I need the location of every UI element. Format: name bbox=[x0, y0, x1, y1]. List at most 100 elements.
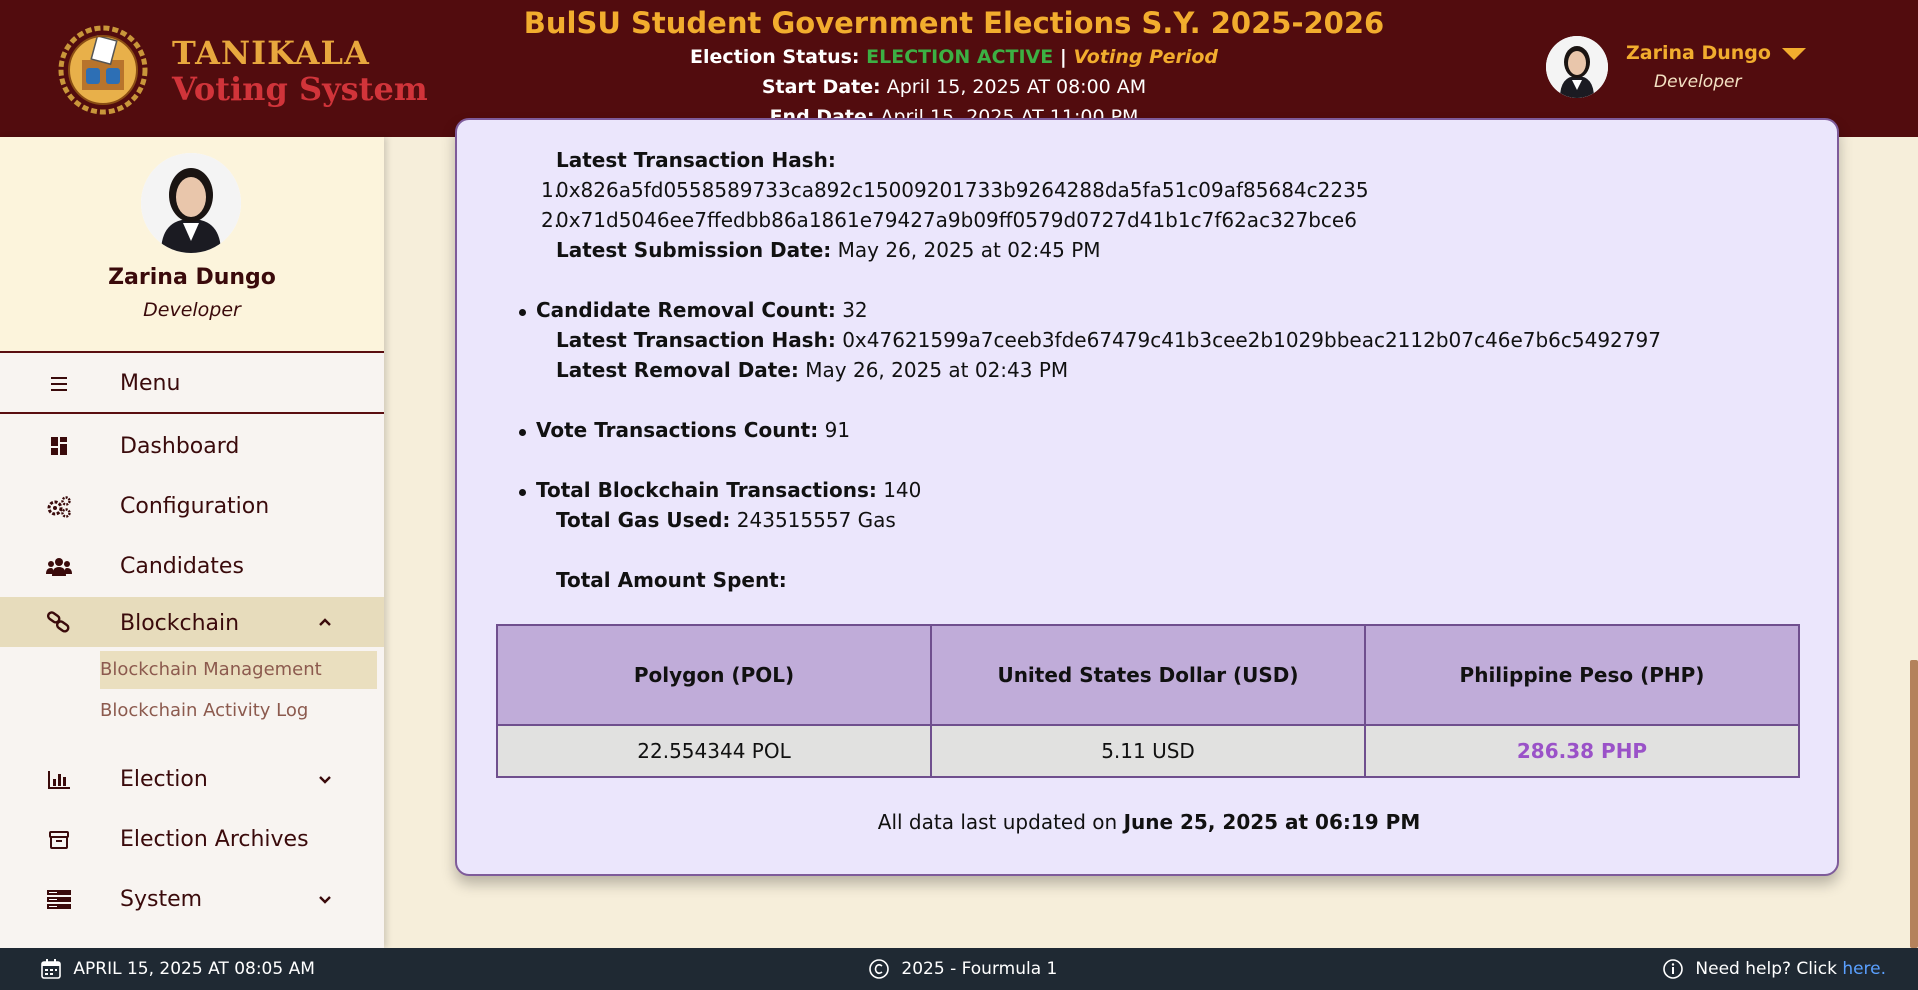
amount-spent-table: Polygon (POL) United States Dollar (USD)… bbox=[496, 624, 1800, 778]
election-info: BulSU Student Government Elections S.Y. … bbox=[520, 4, 1388, 132]
gas-label: Total Gas Used: bbox=[556, 508, 731, 532]
column-header-usd: United States Dollar (USD) bbox=[930, 624, 1366, 726]
sidebar-item-label: System bbox=[120, 887, 203, 912]
user-menu[interactable]: Zarina Dungo Developer bbox=[1546, 36, 1876, 100]
vote-transactions-count: Vote Transactions Count: 91 bbox=[518, 418, 851, 442]
sidebar: Zarina Dungo Developer Menu Dashboard Co… bbox=[0, 137, 384, 948]
election-status: Election Status: ELECTION ACTIVE | Votin… bbox=[520, 42, 1388, 72]
start-date-label: Start Date: bbox=[761, 76, 881, 98]
table-header-row: Polygon (POL) United States Dollar (USD)… bbox=[496, 624, 1800, 726]
hamburger-icon bbox=[51, 377, 67, 391]
sidebar-profile: Zarina Dungo Developer bbox=[0, 137, 384, 353]
user-role: Developer bbox=[1654, 72, 1742, 92]
start-date-value: April 15, 2025 AT 08:00 AM bbox=[886, 76, 1147, 98]
logo-title: TANIKALA bbox=[172, 34, 370, 72]
sidebar-item-label: Blockchain bbox=[120, 611, 240, 636]
user-name: Zarina Dungo bbox=[1626, 42, 1771, 64]
election-title: BulSU Student Government Elections S.Y. … bbox=[523, 6, 1385, 40]
sidebar-subitem-label: Blockchain Activity Log bbox=[100, 700, 309, 721]
users-icon bbox=[46, 558, 72, 576]
latest-submission-date: Latest Submission Date: May 26, 2025 at … bbox=[556, 238, 1101, 262]
latest-hash-label: Latest Transaction Hash: bbox=[556, 148, 836, 172]
chevron-down-icon[interactable] bbox=[316, 891, 334, 909]
start-date: Start Date: April 15, 2025 AT 08:00 AM bbox=[520, 72, 1388, 102]
latest-removal-date: Latest Removal Date: May 26, 2025 at 02:… bbox=[556, 358, 1068, 382]
sidebar-item-system[interactable]: System bbox=[0, 877, 384, 923]
sidebar-item-election-archives[interactable]: Election Archives bbox=[0, 817, 384, 863]
page-scrollbar[interactable] bbox=[1910, 660, 1918, 948]
status-label: Election Status: bbox=[689, 46, 860, 68]
sidebar-item-label: Dashboard bbox=[120, 434, 240, 459]
cell-usd-amount: 5.11 USD bbox=[930, 724, 1366, 778]
chevron-down-icon[interactable] bbox=[316, 771, 334, 789]
dashboard-icon bbox=[51, 437, 67, 455]
sidebar-subitem-blockchain-management[interactable]: Blockchain Management bbox=[100, 651, 377, 689]
calendar-icon bbox=[41, 959, 61, 979]
sidebar-item-label: Configuration bbox=[120, 494, 270, 519]
sidebar-subitem-label: Blockchain Management bbox=[100, 659, 322, 680]
removal-count-value: 32 bbox=[842, 298, 868, 322]
latest-submission-label: Latest Submission Date: bbox=[556, 238, 832, 262]
blockchain-summary-card: Latest Transaction Hash: 1. 0x826a5fd055… bbox=[455, 118, 1839, 876]
sidebar-item-election[interactable]: Election bbox=[0, 757, 384, 803]
caret-down-icon[interactable] bbox=[1782, 48, 1806, 60]
total-blockchain-transactions: Total Blockchain Transactions: 140 bbox=[518, 478, 922, 502]
chevron-up-icon[interactable] bbox=[316, 613, 334, 631]
info-icon bbox=[1663, 959, 1683, 979]
link-icon bbox=[46, 611, 70, 633]
menu-label: Menu bbox=[120, 371, 181, 396]
column-header-php: Philippine Peso (PHP) bbox=[1364, 624, 1800, 726]
status-badge: ELECTION ACTIVE bbox=[866, 46, 1054, 68]
vote-count-value: 91 bbox=[824, 418, 851, 442]
vote-count-label: Vote Transactions Count: bbox=[536, 418, 819, 442]
menu-toggle[interactable]: Menu bbox=[0, 355, 384, 414]
column-header-pol: Polygon (POL) bbox=[496, 624, 932, 726]
sidebar-item-label: Candidates bbox=[120, 554, 244, 579]
hash-list-item: 0x71d5046ee7ffedbb86a1861e79427a9b09ff05… bbox=[556, 208, 1357, 232]
sidebar-item-candidates[interactable]: Candidates bbox=[0, 544, 384, 590]
removal-hash-label: Latest Transaction Hash: bbox=[556, 328, 836, 352]
amount-label: Total Amount Spent: bbox=[556, 568, 787, 592]
server-icon bbox=[47, 890, 71, 909]
menu-toggle-row[interactable]: Menu bbox=[0, 361, 384, 407]
footer-help: Need help? Click here. bbox=[1662, 958, 1886, 980]
gears-icon bbox=[47, 496, 71, 518]
total-tx-value: 140 bbox=[883, 478, 922, 502]
footer: APRIL 15, 2025 AT 08:05 AM 2025 - Fourmu… bbox=[0, 948, 1918, 990]
avatar bbox=[1546, 36, 1608, 98]
sidebar-subitem-blockchain-activity-log[interactable]: Blockchain Activity Log bbox=[100, 692, 308, 730]
cell-pol-amount: 22.554344 POL bbox=[496, 724, 932, 778]
sidebar-item-label: Election bbox=[120, 767, 208, 792]
profile-avatar bbox=[141, 153, 241, 253]
footer-datetime-text: APRIL 15, 2025 AT 08:05 AM bbox=[73, 959, 315, 979]
sidebar-item-label: Election Archives bbox=[120, 827, 309, 852]
hash-list-item: 0x826a5fd0558589733ca892c15009201733b926… bbox=[556, 178, 1369, 202]
latest-submission-value: May 26, 2025 at 02:45 PM bbox=[837, 238, 1101, 262]
removal-count-label: Candidate Removal Count: bbox=[536, 298, 836, 322]
sidebar-item-configuration[interactable]: Configuration bbox=[0, 484, 384, 530]
candidate-removal-count: Candidate Removal Count: 32 bbox=[519, 298, 868, 322]
help-link[interactable]: here. bbox=[1842, 959, 1886, 979]
top-header: TANIKALA Voting System BulSU Student Gov… bbox=[0, 0, 1918, 137]
sidebar-item-dashboard[interactable]: Dashboard bbox=[0, 424, 384, 470]
table-row: 22.554344 POL 5.11 USD 286.38 PHP bbox=[496, 724, 1800, 778]
copyright-icon bbox=[869, 959, 889, 979]
sidebar-item-blockchain[interactable]: Blockchain bbox=[0, 597, 384, 647]
gas-value: 243515557 Gas bbox=[736, 508, 896, 532]
total-gas-used: Total Gas Used: 243515557 Gas bbox=[556, 508, 896, 532]
archive-icon bbox=[49, 831, 69, 849]
footer-copyright: 2025 - Fourmula 1 bbox=[868, 958, 1057, 980]
updated-timestamp: June 25, 2025 at 06:19 PM bbox=[1123, 810, 1421, 834]
logo-subtitle: Voting System bbox=[172, 70, 428, 108]
copyright-text: 2025 - Fourmula 1 bbox=[901, 959, 1058, 979]
help-text: Need help? Click bbox=[1695, 959, 1837, 979]
profile-role: Developer bbox=[143, 299, 241, 321]
status-period: Voting Period bbox=[1073, 46, 1218, 68]
footer-datetime: APRIL 15, 2025 AT 08:05 AM bbox=[40, 958, 315, 980]
bar-chart-icon bbox=[48, 771, 70, 789]
total-tx-label: Total Blockchain Transactions: bbox=[536, 478, 877, 502]
removal-date-label: Latest Removal Date: bbox=[556, 358, 799, 382]
status-separator: | bbox=[1059, 46, 1067, 68]
removal-hash-value: 0x47621599a7ceeb3fde67479c41b3cee2b1029b… bbox=[842, 328, 1661, 352]
total-amount-spent-label: Total Amount Spent: bbox=[556, 568, 787, 592]
